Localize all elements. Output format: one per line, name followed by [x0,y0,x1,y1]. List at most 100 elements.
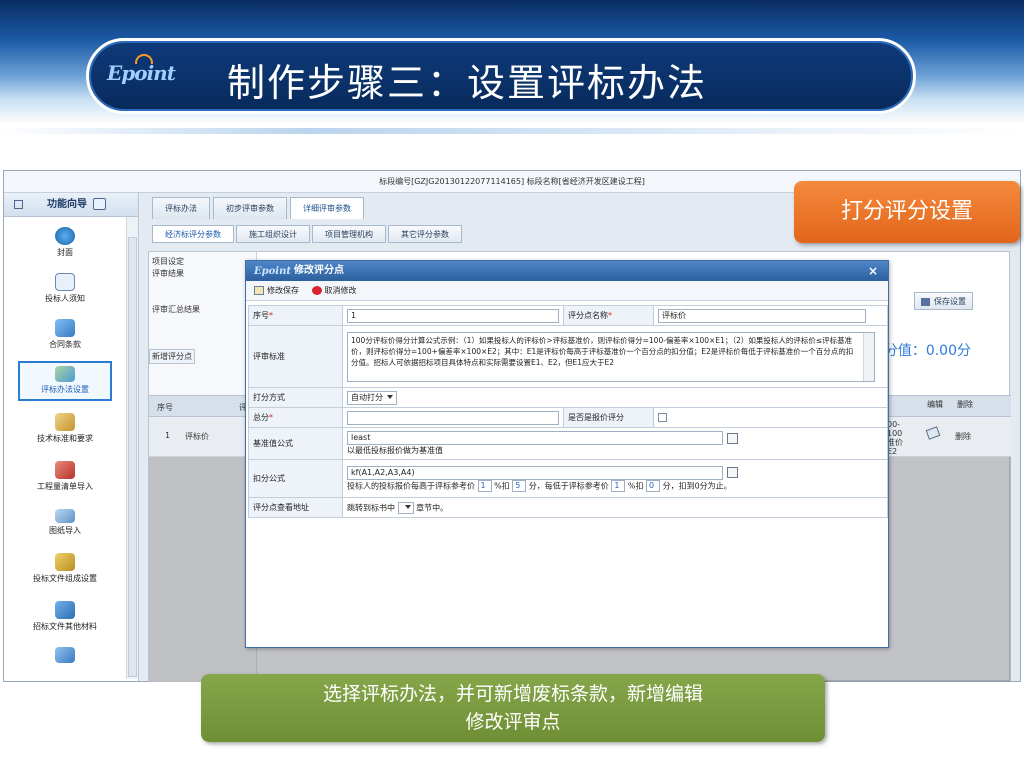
review-result-label: 评审结果 [152,269,184,278]
drawing-icon [55,509,75,523]
col-edit: 编辑 [927,400,943,409]
formula-editor-icon[interactable] [727,432,738,444]
chevron-down-icon [387,395,393,399]
monitor-icon [55,647,75,663]
refresh-icon[interactable] [93,198,106,210]
section-label: 项目设定 [152,257,184,266]
point-name-label: 评分点名称* [563,305,654,326]
deduct-percent-high[interactable]: 1 [477,479,492,492]
tab-other-params[interactable]: 其它评分参数 [388,225,462,243]
base-formula-input[interactable]: least [347,431,723,445]
cancel-modify-button[interactable]: 取消修改 [311,281,357,301]
point-name-input[interactable]: 评标价 [658,308,866,323]
epoint-logo: Epoint [107,61,176,85]
sidebar-item-cover[interactable]: 封面 [4,227,126,258]
sidebar-item-label: 合同条款 [49,340,81,349]
sidebar-item-label: 招标文件其他材料 [33,622,97,631]
row-criteria-partial: 00- 100 准价 E2 [887,420,903,456]
tab-economic-params[interactable]: 经济标评分参数 [152,225,234,243]
scoring-form: 序号* 1 评分点名称* 评标价 评审标准 100分评标价得分计算公式示例：（1… [248,305,888,518]
chevron-down-icon [404,505,411,509]
dialog-title: 修改评分点 [294,265,344,276]
row-seq: 1 [165,431,171,440]
deduct-formula-label: 扣分公式 [248,459,343,498]
deduct-percent-low[interactable]: 1 [611,479,626,492]
logo-arc-icon [135,54,153,64]
deduct-text-5: 分，扣到0分为止。 [662,481,732,490]
deduct-formula-input[interactable]: kf(A1,A2,A3,A4) [347,465,723,480]
method-label: 打分方式 [248,387,343,408]
scoring-settings-callout: 打分评分设置 [794,181,1020,243]
save-settings-label: 保存设置 [934,297,966,306]
sidebar-item-bill-import[interactable]: 工程量清单导入 [4,461,126,492]
tab-project-management[interactable]: 项目管理机构 [312,225,386,243]
deduct-text-2: %扣 [494,481,510,490]
deduct-text-4: %扣 [627,481,644,490]
sidebar-item-evaluation-settings[interactable]: 评标办法设置 [18,361,112,401]
edit-save-icon [254,286,264,295]
collapse-icon[interactable] [14,199,23,209]
modify-save-button[interactable]: 修改保存 [254,281,299,301]
slide-title: 制作步骤三：设置评标办法 [227,61,708,105]
score-value: 分值：0.00分 [883,343,971,359]
tab-evaluation-method[interactable]: 评标办法 [152,197,210,219]
is-quote-checkbox[interactable] [658,413,667,422]
sidebar-item-label: 投标人须知 [45,294,85,303]
base-formula-desc: 以最低投标报价做为基准值 [347,446,443,455]
review-summary-label: 评审汇总结果 [152,305,200,314]
globe-icon [55,227,75,245]
save-settings-button[interactable]: 保存设置 [914,292,973,310]
seq-label: 序号* [248,305,343,326]
close-icon[interactable]: × [868,261,878,281]
contract-icon [55,319,75,337]
sidebar-item-label: 投标文件组成设置 [33,574,97,583]
lookup-text-2: 章节中。 [416,503,449,512]
textarea-scrollbar[interactable] [863,332,874,381]
col-delete: 删除 [957,400,973,409]
function-wizard-sidebar: 功能向导 封面 投标人须知 合同条款 评标办法设置 技术标准和要求 工程量清单导… [4,193,139,681]
secondary-tabs: 经济标评分参数 施工组织设计 项目管理机构 其它评分参数 [152,225,464,243]
sidebar-item-bidder-notice[interactable]: 投标人须知 [4,273,126,304]
primary-tabs: 评标办法 初步评审参数 详细评审参数 [152,197,367,219]
sidebar-item-more[interactable] [4,647,126,665]
chapter-select[interactable] [397,501,414,514]
sidebar-item-bid-composition[interactable]: 投标文件组成设置 [4,553,126,584]
dialog-titlebar: Epoint 修改评分点 × [246,261,888,281]
sidebar-item-tech-standards[interactable]: 技术标准和要求 [4,413,126,444]
sidebar-item-drawing-import[interactable]: 图纸导入 [4,509,126,536]
total-label: 总分* [248,407,343,428]
floppy-icon [921,297,930,306]
deduct-text-3: 分，每低于评标参考价 [528,481,609,490]
criteria-label: 评审标准 [248,325,343,388]
sidebar-item-contract[interactable]: 合同条款 [4,319,126,350]
deduct-points-high[interactable]: 5 [512,479,527,492]
total-input[interactable] [347,410,559,425]
book-icon [55,461,75,479]
sidebar-header: 功能向导 [4,193,138,217]
formula-editor-icon[interactable] [727,467,738,478]
scrollbar-thumb[interactable] [128,237,137,677]
materials-icon [55,601,75,619]
modify-save-label: 修改保存 [267,286,299,295]
row-delete-button[interactable]: 删除 [955,431,971,442]
deduct-text-1: 投标人的投标报价每高于评标参考价 [347,481,475,490]
dialog-logo: Epoint [254,266,291,277]
sidebar-item-other-materials[interactable]: 招标文件其他材料 [4,601,126,632]
tab-preliminary-params[interactable]: 初步评审参数 [213,197,287,219]
sidebar-item-label: 封面 [57,248,73,257]
lookup-label: 评分点查看地址 [248,497,343,518]
instruction-callout: 选择评标办法，并可新增废标条款，新增编辑 修改评审点 [201,674,825,742]
tab-construction-design[interactable]: 施工组织设计 [236,225,310,243]
sidebar-scrollbar[interactable] [126,217,138,679]
tab-detailed-params[interactable]: 详细评审参数 [290,197,364,219]
sidebar-item-label: 图纸导入 [49,526,81,535]
sidebar-item-label: 工程量清单导入 [37,482,93,491]
criteria-textarea[interactable]: 100分评标价得分计算公式示例：（1）如果投标人的评标价>评标基准价，则评标价得… [347,331,875,382]
deduct-points-low[interactable]: 0 [646,479,661,492]
add-point-button[interactable]: 新增评分点 [149,349,195,364]
seq-input[interactable]: 1 [347,308,559,323]
scoring-method-select[interactable]: 自动打分 [347,390,397,405]
sidebar-item-label: 技术标准和要求 [37,434,93,443]
sidebar-title: 功能向导 [47,199,87,210]
dialog-toolbar: 修改保存 取消修改 [246,281,888,301]
